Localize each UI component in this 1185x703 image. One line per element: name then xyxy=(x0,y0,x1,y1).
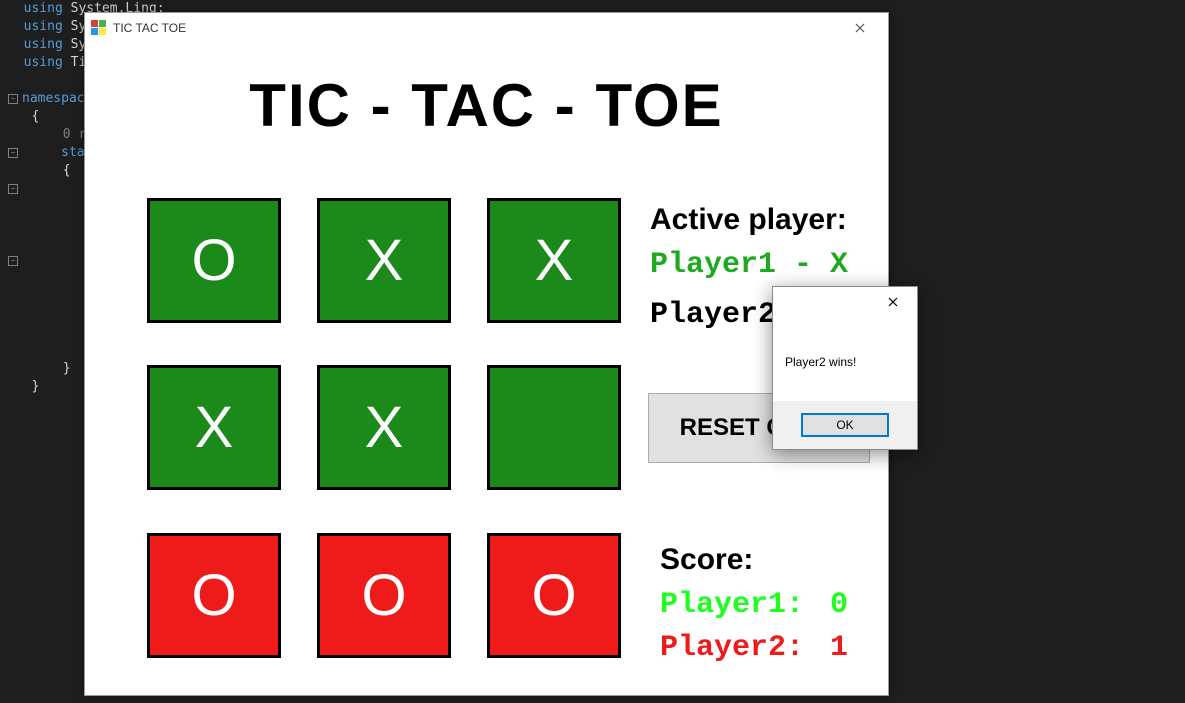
board-cell-1-0[interactable]: X xyxy=(147,365,281,490)
cell-mark: O xyxy=(191,227,236,294)
score-p2-name: Player2: xyxy=(660,631,804,665)
window-client-area: TIC - TAC - TOE O X X X X O O O Active p… xyxy=(85,43,888,695)
window-titlebar[interactable]: TIC TAC TOE xyxy=(85,13,888,43)
player2-label: Player2 xyxy=(650,298,776,332)
message-box-text: Player2 wins! xyxy=(773,317,917,369)
board-cell-0-1[interactable]: X xyxy=(317,198,451,323)
message-box-ok-button[interactable]: OK xyxy=(801,413,889,437)
window-close-button[interactable] xyxy=(838,14,882,42)
cell-mark: X xyxy=(365,227,404,294)
cell-mark: O xyxy=(191,562,236,629)
close-icon xyxy=(888,297,898,307)
message-box: Player2 wins! OK xyxy=(772,286,918,450)
tic-tac-toe-window: TIC TAC TOE TIC - TAC - TOE O X X X X O … xyxy=(84,12,889,696)
message-box-close-button[interactable] xyxy=(873,289,913,315)
board-cell-0-0[interactable]: O xyxy=(147,198,281,323)
player1-label: Player1 - X xyxy=(650,248,848,282)
score-p1-value: 0 xyxy=(830,588,848,622)
close-icon xyxy=(855,23,865,33)
message-box-titlebar[interactable] xyxy=(773,287,917,317)
board-cell-0-2[interactable]: X xyxy=(487,198,621,323)
game-title: TIC - TAC - TOE xyxy=(85,71,888,140)
active-player-heading: Active player: xyxy=(650,203,847,237)
score-heading: Score: xyxy=(660,543,753,577)
cell-mark: O xyxy=(531,562,576,629)
board-cell-2-1[interactable]: O xyxy=(317,533,451,658)
message-box-footer: OK xyxy=(773,401,917,449)
cell-mark: X xyxy=(365,394,404,461)
cell-mark: X xyxy=(535,227,574,294)
score-p2-value: 1 xyxy=(830,631,848,665)
winforms-icon xyxy=(91,20,107,36)
board-cell-1-2[interactable] xyxy=(487,365,621,490)
window-title: TIC TAC TOE xyxy=(113,21,186,35)
board-cell-2-2[interactable]: O xyxy=(487,533,621,658)
score-p1-name: Player1: xyxy=(660,588,804,622)
board-cell-2-0[interactable]: O xyxy=(147,533,281,658)
cell-mark: X xyxy=(195,394,234,461)
ok-label: OK xyxy=(836,418,853,432)
cell-mark: O xyxy=(361,562,406,629)
board-cell-1-1[interactable]: X xyxy=(317,365,451,490)
